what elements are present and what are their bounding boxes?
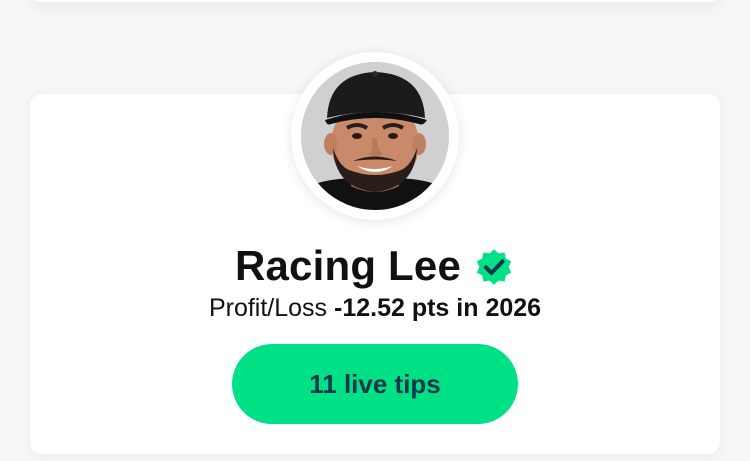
page: Racing Lee Profit/Loss -12.52 pts in 202… <box>0 0 750 461</box>
live-tips-button[interactable]: 11 live tips <box>232 344 518 424</box>
avatar-photo <box>301 62 449 210</box>
previous-card <box>30 0 720 2</box>
avatar[interactable] <box>301 62 449 210</box>
verified-badge-icon <box>473 246 515 288</box>
tipster-name[interactable]: Racing Lee <box>235 242 461 290</box>
profit-loss-row: Profit/Loss -12.52 pts in 2026 <box>0 294 750 326</box>
avatar-frame <box>291 52 459 220</box>
tipster-name-row: Racing Lee <box>0 238 750 294</box>
profit-loss-value: -12.52 pts in 2026 <box>334 294 542 322</box>
profit-loss-label: Profit/Loss <box>208 294 334 322</box>
